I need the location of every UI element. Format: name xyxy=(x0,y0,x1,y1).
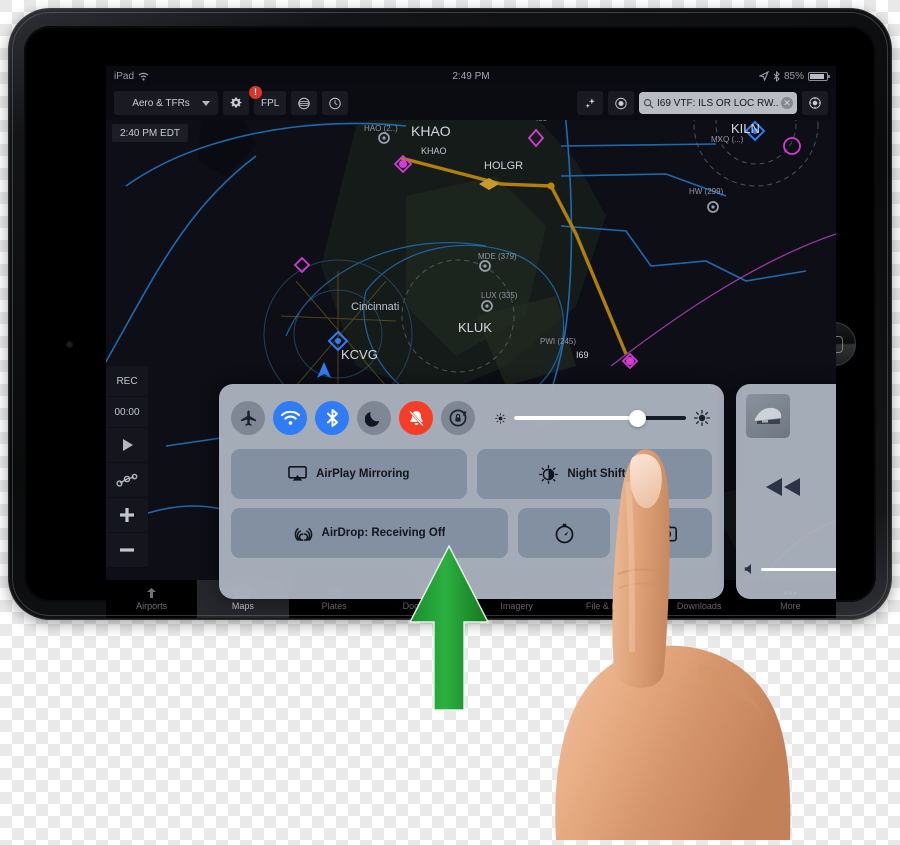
map-label: LUX (335) xyxy=(481,291,518,300)
recents-button[interactable] xyxy=(608,91,634,115)
airplay-mirroring-label: AirPlay Mirroring xyxy=(316,468,410,480)
pointing-hand xyxy=(548,432,808,840)
map-label: I69 xyxy=(576,350,589,360)
battery-icon xyxy=(808,71,830,81)
minus-icon xyxy=(120,548,134,552)
play-icon xyxy=(122,439,133,451)
rail-zoom-out-button[interactable] xyxy=(106,533,148,567)
route-icon xyxy=(116,473,138,487)
map-label: KCVG xyxy=(341,347,378,362)
search-field[interactable]: I69 VTF: ILS OR LOC RW... ✕ xyxy=(639,92,797,114)
map-label: Cincinnati xyxy=(351,301,399,313)
rail-play-button[interactable] xyxy=(106,428,148,462)
brightness-slider[interactable] xyxy=(495,409,710,427)
center-on-aircraft-button[interactable] xyxy=(802,91,828,115)
front-camera-icon xyxy=(66,341,73,348)
sun-large-icon xyxy=(694,410,710,426)
rail-route-button[interactable] xyxy=(106,463,148,497)
battery-percent: 85% xyxy=(783,70,804,82)
wifi-icon xyxy=(280,410,300,425)
chevron-down-icon xyxy=(202,100,210,106)
timer-button[interactable] xyxy=(322,91,349,115)
status-bar-time: 2:49 PM xyxy=(452,70,490,82)
map-layers-select[interactable]: Aero & TFRs xyxy=(114,91,218,115)
ios-status-bar: iPad 2:49 PM 85% xyxy=(106,66,836,86)
airplane-mode-toggle[interactable] xyxy=(231,401,265,435)
fpl-alert-badge: ! xyxy=(249,86,262,99)
center-target-icon xyxy=(809,97,821,109)
sun-small-icon xyxy=(495,412,506,424)
map-label: PWI (245) xyxy=(540,337,576,346)
map-time-text: 2:40 PM EDT xyxy=(120,127,181,139)
search-input[interactable]: I69 VTF: ILS OR LOC RW... xyxy=(657,98,778,109)
album-art-icon xyxy=(755,407,782,424)
map-label: KLUK xyxy=(458,320,492,335)
fpl-label: FPL xyxy=(261,97,280,109)
sparkle-icon xyxy=(585,97,595,108)
airports-icon xyxy=(147,588,157,598)
map-label: MDE (379) xyxy=(478,252,517,261)
map-label: HW (299) xyxy=(689,187,724,196)
tab-airports[interactable]: Airports xyxy=(106,580,197,618)
brightness-fill xyxy=(514,416,638,420)
map-label: HAO (2..) xyxy=(364,124,398,133)
tab-label: Plates xyxy=(321,601,347,611)
airdrop-label: AirDrop: Receiving Off xyxy=(321,527,446,539)
flight-plan-button[interactable]: ! FPL xyxy=(249,86,287,115)
recent-clock-icon xyxy=(615,97,627,109)
rotation-lock-icon xyxy=(449,409,467,427)
gear-icon xyxy=(230,97,242,108)
clock-icon xyxy=(329,97,342,109)
map-label: HOLGR xyxy=(484,160,523,172)
map-settings-button[interactable] xyxy=(223,91,249,115)
tab-label: Imagery xyxy=(500,601,533,611)
rail-zoom-in-button[interactable] xyxy=(106,498,148,532)
up-arrow-annotation xyxy=(408,544,490,714)
heading-indicator-icon xyxy=(298,97,311,109)
rail-record-button[interactable]: REC xyxy=(106,366,148,396)
search-icon xyxy=(643,98,654,109)
location-arrow-icon xyxy=(758,71,769,81)
do-not-disturb-toggle[interactable] xyxy=(357,401,391,435)
rail-timer-readout: 00:00 xyxy=(106,397,148,427)
map-time-chip: 2:40 PM EDT xyxy=(112,124,189,142)
map-label: KILN xyxy=(731,121,760,136)
map-label: KHAO xyxy=(411,123,451,139)
bell-slash-icon xyxy=(408,410,424,426)
rotation-lock-toggle[interactable] xyxy=(441,401,475,435)
airplane-icon xyxy=(240,410,256,426)
airplay-icon xyxy=(288,466,307,481)
map-label: KHAO xyxy=(421,146,447,156)
map-label: MXQ (...) xyxy=(711,135,744,144)
status-bar-right: 85% xyxy=(758,70,830,82)
bluetooth-toggle[interactable] xyxy=(315,401,349,435)
clear-x-icon[interactable]: ✕ xyxy=(781,97,793,109)
wifi-toggle[interactable] xyxy=(273,401,307,435)
rail-timer-text: 00:00 xyxy=(114,406,140,418)
tab-label: Maps xyxy=(231,601,254,611)
airplay-mirroring-button[interactable]: AirPlay Mirroring xyxy=(231,449,467,499)
heading-indicator-button[interactable] xyxy=(291,91,318,115)
bluetooth-icon xyxy=(326,409,338,427)
plus-icon xyxy=(120,508,134,522)
mute-toggle[interactable] xyxy=(399,401,433,435)
app-toolbar: Aero & TFRs ! FPL I69 VTF: ILS OR LOC RW… xyxy=(106,86,836,120)
moon-icon xyxy=(365,412,380,427)
tab-label: Airports xyxy=(136,601,168,611)
brightness-track[interactable] xyxy=(514,409,686,427)
airdrop-icon xyxy=(294,527,312,541)
map-layers-label: Aero & TFRs xyxy=(132,97,190,109)
favorites-button[interactable] xyxy=(577,91,603,115)
rail-record-label: REC xyxy=(116,375,138,387)
map-left-rail[interactable]: REC 00:00 xyxy=(106,366,148,567)
bluetooth-icon xyxy=(773,70,780,82)
brightness-knob[interactable] xyxy=(629,409,647,427)
